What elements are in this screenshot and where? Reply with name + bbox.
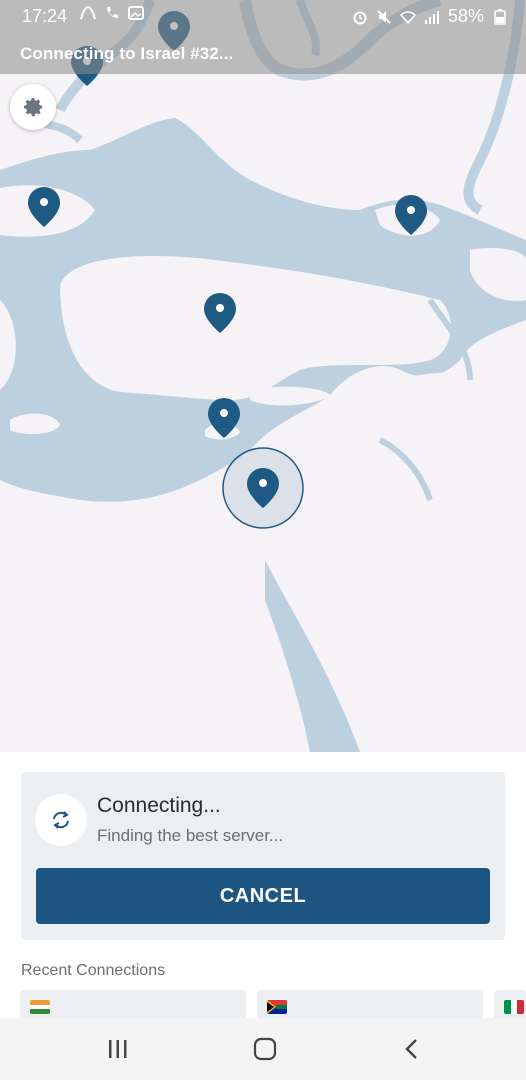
server-pin[interactable] bbox=[207, 397, 241, 439]
connection-panel: Connecting... Finding the best server...… bbox=[0, 752, 526, 1030]
recents-icon bbox=[109, 1040, 127, 1058]
navigation-bar bbox=[0, 1018, 526, 1080]
wifi-call-icon bbox=[107, 7, 118, 18]
server-pin[interactable] bbox=[27, 186, 61, 228]
connecting-spinner bbox=[35, 794, 87, 846]
recent-connections-title: Recent Connections bbox=[21, 962, 166, 979]
battery-level: 58% bbox=[447, 6, 484, 26]
server-pin[interactable] bbox=[203, 292, 237, 334]
alarm-icon bbox=[353, 11, 367, 24]
banner-text: Connecting to Israel #32... bbox=[20, 44, 234, 63]
image-icon bbox=[128, 6, 144, 20]
home-button[interactable] bbox=[250, 1034, 280, 1064]
gear-icon bbox=[24, 98, 42, 117]
back-button[interactable] bbox=[397, 1034, 427, 1064]
status-bar: 17:24 58% bbox=[0, 0, 526, 34]
server-pin[interactable] bbox=[394, 194, 428, 236]
battery-icon bbox=[494, 8, 506, 25]
connection-status-subtitle: Finding the best server... bbox=[97, 826, 284, 845]
status-time: 17:24 bbox=[22, 6, 68, 26]
south-africa-flag-icon bbox=[267, 1000, 287, 1014]
selected-server-pin[interactable] bbox=[220, 445, 306, 531]
wifi-icon bbox=[399, 10, 416, 24]
settings-button[interactable] bbox=[10, 84, 56, 130]
recents-button[interactable] bbox=[103, 1034, 133, 1064]
signal-icon bbox=[424, 10, 439, 24]
map[interactable] bbox=[0, 0, 526, 752]
india-flag-icon bbox=[30, 1000, 50, 1014]
home-icon bbox=[253, 1037, 277, 1061]
map-background bbox=[0, 0, 526, 752]
italy-flag-icon bbox=[504, 1000, 524, 1014]
mute-icon bbox=[377, 9, 391, 24]
sync-icon bbox=[53, 811, 69, 829]
vpn-arc-icon bbox=[80, 5, 96, 20]
cancel-button[interactable]: CANCEL bbox=[36, 868, 490, 924]
connection-status-card: Connecting... Finding the best server...… bbox=[21, 772, 505, 940]
connection-status-title: Connecting... bbox=[97, 794, 221, 817]
back-icon bbox=[405, 1039, 417, 1059]
